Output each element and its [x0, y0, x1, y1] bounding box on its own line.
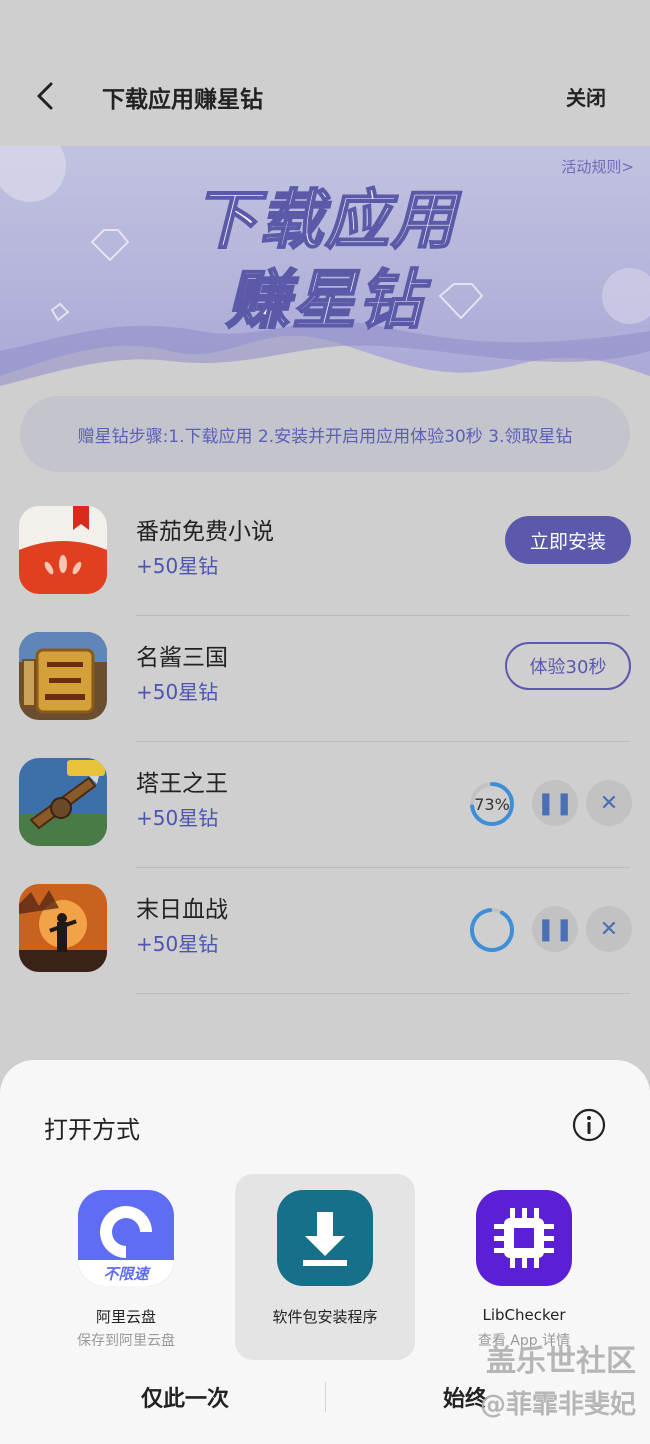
app-name: 末日血战: [136, 897, 228, 923]
choice-libchecker[interactable]: LibChecker 查看 App 详情: [434, 1174, 614, 1360]
app-item: 末日血战 +50星钻 ❚❚ ✕: [0, 868, 650, 994]
back-arrow-icon: [37, 82, 53, 110]
trial-button[interactable]: 体验30秒: [505, 642, 631, 690]
tower-king-app-icon: [19, 758, 107, 846]
mingjiang-sanguo-app-icon: [19, 632, 107, 720]
banner-title-line1: 下载应用: [192, 183, 457, 259]
close-icon: ✕: [599, 916, 619, 942]
promo-banner: 活动规则> 下载应用 赚星钻: [0, 146, 650, 396]
info-icon[interactable]: [572, 1108, 606, 1142]
watermark-author: @菲霏非斐妃: [479, 1390, 636, 1420]
aliyun-drive-app-icon: 不限速: [78, 1190, 174, 1286]
back-button[interactable]: [28, 76, 62, 116]
just-once-button[interactable]: 仅此一次: [60, 1374, 310, 1420]
aliyun-badge-text: 不限速: [103, 1265, 151, 1283]
download-progress-ring: [470, 908, 514, 952]
libchecker-app-icon: [476, 1190, 572, 1286]
sheet-title: 打开方式: [44, 1116, 140, 1144]
divider: [325, 1382, 326, 1412]
app-reward: +50星钻: [136, 932, 219, 956]
doomsday-battle-app-icon: [19, 884, 107, 972]
app-reward: +50星钻: [136, 554, 219, 578]
fanqie-novel-app-icon: [19, 506, 107, 594]
divider: [136, 993, 630, 994]
install-button[interactable]: 立即安装: [505, 516, 631, 564]
app-reward: +50星钻: [136, 806, 219, 830]
app-name: 名酱三国: [136, 645, 228, 671]
pause-button[interactable]: ❚❚: [532, 780, 578, 826]
app-name: 塔王之王: [136, 771, 228, 797]
choice-label: 阿里云盘: [95, 1308, 156, 1326]
activity-rules-link[interactable]: 活动规则>: [561, 156, 634, 177]
header: 下载应用赚星钻 关闭: [0, 0, 650, 148]
app-item: 塔王之王 +50星钻 73% ❚❚ ✕: [0, 742, 650, 868]
watermark-community: 盖乐世社区: [486, 1344, 636, 1379]
choice-label: 软件包安装程序: [272, 1308, 378, 1326]
progress-percent: 73%: [474, 794, 510, 814]
pause-icon: ❚❚: [536, 916, 574, 942]
app-item: 番茄免费小说 +50星钻 立即安装: [0, 490, 650, 616]
pause-button[interactable]: ❚❚: [532, 906, 578, 952]
choice-sub: 保存到阿里云盘: [77, 1333, 175, 1349]
page-title: 下载应用赚星钻: [102, 87, 263, 113]
app-name: 番茄免费小说: [136, 519, 274, 545]
close-icon: ✕: [599, 790, 619, 816]
choice-aliyun-drive[interactable]: 不限速 阿里云盘 保存到阿里云盘: [36, 1174, 216, 1360]
banner-title-line2: 赚星钻: [225, 263, 424, 339]
steps-notice: 赠星钻步骤:1.下载应用 2.安装并开启用应用体验30秒 3.领取星钻: [20, 396, 630, 472]
cancel-download-button[interactable]: ✕: [586, 906, 632, 952]
close-button[interactable]: 关闭: [566, 82, 606, 111]
package-installer-app-icon: [277, 1190, 373, 1286]
app-item: 名酱三国 +50星钻 体验30秒: [0, 616, 650, 742]
choice-package-installer[interactable]: 软件包安装程序: [235, 1174, 415, 1360]
choice-label: LibChecker: [482, 1306, 566, 1324]
app-reward: +50星钻: [136, 680, 219, 704]
cancel-download-button[interactable]: ✕: [586, 780, 632, 826]
pause-icon: ❚❚: [536, 790, 574, 816]
